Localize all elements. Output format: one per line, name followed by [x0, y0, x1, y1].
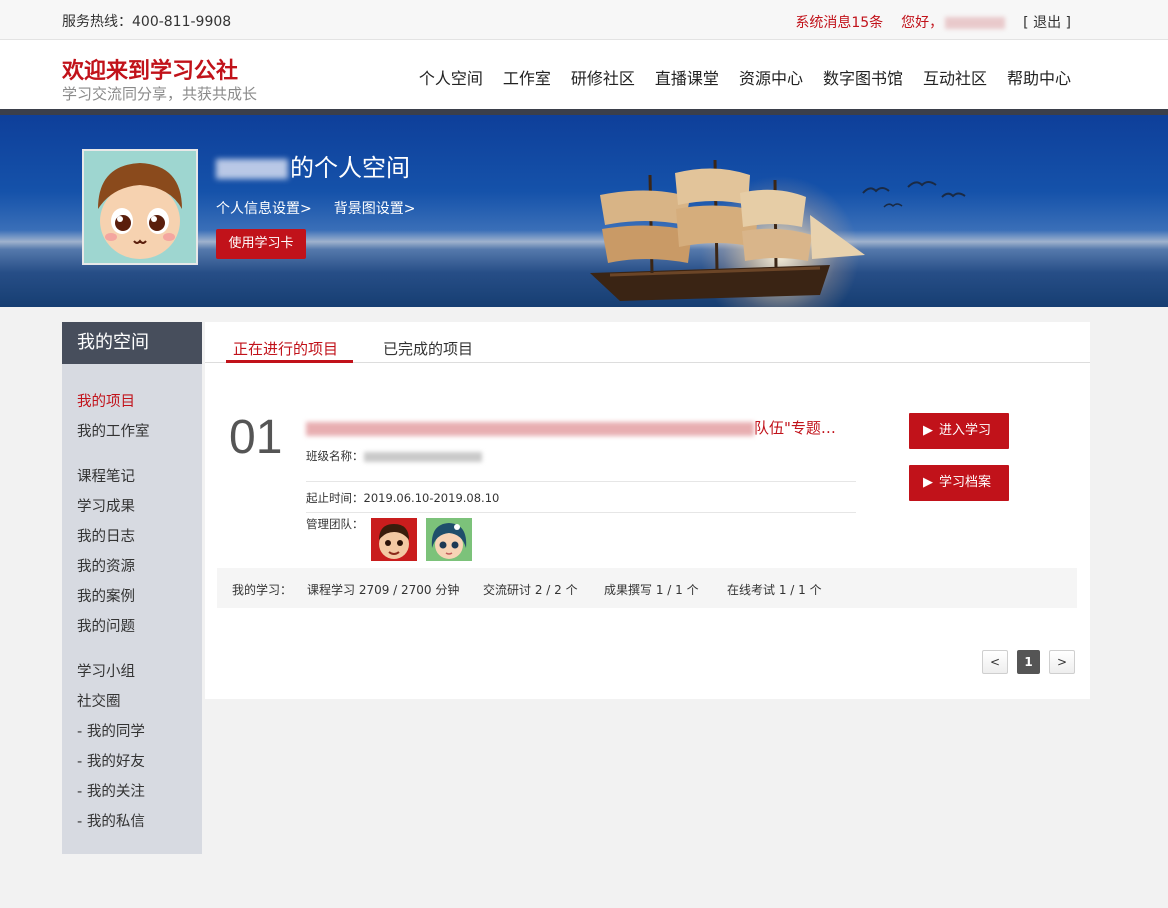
nav-help-center[interactable]: 帮助中心 [1007, 65, 1071, 89]
sidebar-item-my-journal[interactable]: 我的日志 [77, 525, 135, 546]
nav-personal-space[interactable]: 个人空间 [419, 65, 483, 89]
sidebar-item-study-groups[interactable]: 学习小组 [77, 660, 135, 681]
sidebar-item-social-circle[interactable]: 社交圈 [77, 690, 121, 711]
class-name-row: 班级名称： [306, 448, 482, 464]
sidebar-item-my-classmates[interactable]: - 我的同学 [77, 720, 145, 741]
divider [306, 481, 856, 482]
stat-course-study: 课程学习 2709 / 2700 分钟 [307, 583, 460, 597]
nav-research-community[interactable]: 研修社区 [571, 65, 635, 89]
play-icon: ▶ [923, 475, 933, 490]
sidebar-title: 我的空间 [62, 322, 202, 364]
enter-study-button[interactable]: ▶ 进入学习 [909, 413, 1009, 449]
system-messages-link[interactable]: 系统消息15条 [795, 12, 883, 32]
sailing-ship-image [590, 159, 865, 301]
stat-writing: 成果撰写 1 / 1 个 [604, 583, 699, 597]
nav-live-class[interactable]: 直播课堂 [655, 65, 719, 89]
stat-discussion: 交流研讨 2 / 2 个 [483, 583, 578, 597]
main-nav: 个人空间 工作室 研修社区 直播课堂 资源中心 数字图书馆 互动社区 帮助中心 [419, 65, 1071, 89]
sidebar-item-my-messages[interactable]: - 我的私信 [77, 810, 145, 831]
cartoon-girl-avatar-image [426, 518, 472, 561]
project-number: 01 [229, 411, 283, 464]
current-page-button[interactable]: 1 [1017, 650, 1040, 674]
sidebar-item-my-projects[interactable]: 我的项目 [77, 390, 135, 411]
cartoon-avatar-image [84, 151, 196, 263]
cartoon-boy-avatar-image [371, 518, 417, 561]
seagulls-image [862, 181, 966, 208]
sidebar-item-my-studio[interactable]: 我的工作室 [77, 420, 150, 441]
sidebar-item-my-resources[interactable]: 我的资源 [77, 555, 135, 576]
greeting-text: 您好， [901, 15, 944, 31]
learning-stats-bar: 我的学习： 课程学习 2709 / 2700 分钟 交流研讨 2 / 2 个 成… [217, 568, 1077, 608]
nav-digital-library[interactable]: 数字图书馆 [823, 65, 903, 89]
service-hotline: 服务热线：400-811-9908 [62, 14, 232, 30]
sidebar-item-my-follows[interactable]: - 我的关注 [77, 780, 145, 801]
project-title-tail: 队伍"专题… [754, 419, 836, 437]
next-page-button[interactable]: > [1049, 650, 1075, 674]
top-bar: 服务热线：400-811-9908 系统消息15条 您好， [ 退出 ] [0, 0, 1168, 40]
sidebar-item-my-questions[interactable]: 我的问题 [77, 615, 135, 636]
tab-ongoing-projects[interactable]: 正在进行的项目 [233, 338, 338, 359]
site-header: 欢迎来到学习公社 学习交流同分享，共获共成长 个人空间 工作室 研修社区 直播课… [0, 40, 1168, 109]
site-title[interactable]: 欢迎来到学习公社 [62, 53, 238, 85]
blurred-class-name [363, 451, 482, 462]
sidebar-item-learning-results[interactable]: 学习成果 [77, 495, 135, 516]
projects-panel: 正在进行的项目 已完成的项目 01 队伍"专题… 班级名称： 起止时间：2019… [205, 322, 1090, 699]
project-tabs: 正在进行的项目 已完成的项目 [205, 322, 1090, 363]
nav-interactive-community[interactable]: 互动社区 [923, 65, 987, 89]
class-name-label: 班级名称： [306, 449, 364, 463]
study-archive-label: 学习档案 [939, 475, 992, 490]
stats-label: 我的学习： [232, 583, 293, 597]
sidebar-item-my-cases[interactable]: 我的案例 [77, 585, 135, 606]
nav-resource-center[interactable]: 资源中心 [739, 65, 803, 89]
background-settings-link[interactable]: 背景图设置> [334, 198, 416, 218]
team-member-avatar[interactable] [426, 518, 472, 561]
top-bar-right: 系统消息15条 您好， [ 退出 ] [795, 12, 1071, 32]
project-title-link[interactable]: 队伍"专题… [306, 417, 836, 438]
site-subtitle: 学习交流同分享，共获共成长 [62, 85, 258, 103]
divider [306, 512, 856, 513]
management-team-label: 管理团队： [306, 517, 364, 531]
user-greeting: 您好， [901, 12, 1006, 32]
sidebar: 我的空间 我的项目 我的工作室 课程笔记 学习成果 我的日志 我的资源 我的案例… [62, 322, 202, 854]
blurred-owner-name [216, 159, 288, 179]
blurred-username [945, 17, 1006, 29]
use-study-card-button[interactable]: 使用学习卡 [216, 229, 306, 259]
project-period: 起止时间：2019.06.10-2019.08.10 [306, 491, 500, 505]
study-archive-button[interactable]: ▶ 学习档案 [909, 465, 1009, 501]
tab-completed-projects[interactable]: 已完成的项目 [383, 338, 473, 359]
space-title-suffix: 的个人空间 [290, 154, 410, 182]
blurred-project-title [306, 421, 754, 436]
profile-banner: 的个人空间 个人信息设置> 背景图设置> 使用学习卡 [0, 115, 1168, 307]
banner-links: 个人信息设置> 背景图设置> [216, 198, 415, 218]
logout-link[interactable]: [ 退出 ] [1023, 12, 1071, 32]
play-icon: ▶ [923, 423, 933, 438]
profile-settings-link[interactable]: 个人信息设置> [216, 198, 312, 218]
sidebar-item-my-friends[interactable]: - 我的好友 [77, 750, 145, 771]
enter-study-label: 进入学习 [939, 423, 992, 438]
user-avatar[interactable] [82, 149, 198, 265]
team-member-avatar[interactable] [371, 518, 417, 561]
stat-online-exam: 在线考试 1 / 1 个 [727, 583, 822, 597]
sidebar-item-course-notes[interactable]: 课程笔记 [77, 465, 135, 486]
active-tab-indicator [226, 360, 353, 363]
nav-studio[interactable]: 工作室 [503, 65, 551, 89]
space-title: 的个人空间 [216, 148, 410, 183]
prev-page-button[interactable]: < [982, 650, 1008, 674]
